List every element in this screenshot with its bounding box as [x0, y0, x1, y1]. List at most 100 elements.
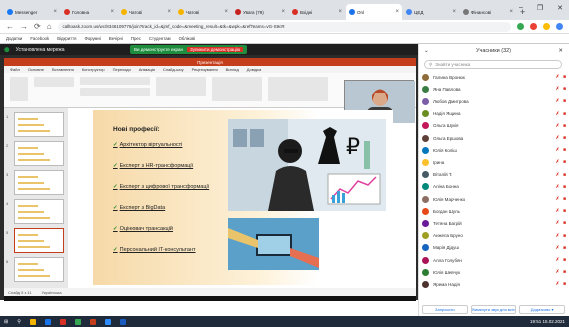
browser-tab[interactable]: Messenger × [4, 4, 60, 20]
participant-row[interactable]: Ярема Надія ✗ ■ [422, 279, 567, 289]
mic-off-icon: ✗ ■ [555, 110, 567, 117]
back-button[interactable]: ← [6, 22, 14, 31]
browser-tab[interactable]: Чатові × [118, 4, 174, 20]
participant-row[interactable]: Марія Дідуш ✗ ■ [422, 243, 567, 253]
profile-avatar[interactable] [556, 23, 563, 30]
browser-tab[interactable]: Увага (79) × [232, 4, 288, 20]
participant-row[interactable]: Алла Голубян ✗ ■ [422, 255, 567, 265]
tab-close-icon[interactable]: × [224, 9, 228, 15]
participant-row[interactable]: Тетяна Багрій ✗ ■ [422, 218, 567, 228]
tab-close-icon[interactable]: × [53, 9, 57, 15]
participant-row[interactable]: Галина Вронюк ✗ ■ [422, 72, 567, 82]
reload-button[interactable]: ⟳ [34, 22, 41, 31]
ribbon-tab[interactable]: Слайд-шоу [163, 67, 184, 72]
slide-thumbnail[interactable] [14, 170, 64, 195]
tab-close-icon[interactable]: × [509, 9, 513, 15]
tab-close-icon[interactable]: × [452, 9, 456, 15]
tab-close-icon[interactable]: × [110, 9, 114, 15]
collapse-icon[interactable]: ⌄ [424, 48, 429, 54]
slide-thumbnail[interactable] [14, 141, 64, 166]
thumbnail-line [18, 153, 44, 155]
slide-layout-group[interactable] [34, 77, 74, 87]
ribbon-tab[interactable]: Анімація [139, 67, 155, 72]
home-button[interactable]: ⌂ [47, 22, 52, 31]
participant-row[interactable]: Надія Ящина ✗ ■ [422, 109, 567, 119]
bookmark-item[interactable]: Додатки [6, 36, 22, 41]
participant-row[interactable]: Юлія Коліш ✗ ■ [422, 145, 567, 155]
taskbar-app-icon[interactable] [44, 318, 51, 325]
participant-row[interactable]: Юлія Шевчук ✗ ■ [422, 267, 567, 277]
participant-row[interactable]: Анжела Бруно ✗ ■ [422, 231, 567, 241]
url-field[interactable]: calltoask.zoom.us/wc/8346109776/join?tra… [57, 21, 511, 32]
bookmark-item[interactable]: Відкриття [57, 36, 76, 41]
participant-row[interactable]: Віталій Т. ✗ ■ [422, 170, 567, 180]
stop-share-button[interactable]: Зупинити демонстрацію [187, 47, 244, 52]
zoom-icon[interactable] [104, 318, 111, 325]
slide-thumbnail[interactable] [14, 228, 64, 253]
paragraph-group[interactable] [156, 77, 206, 96]
bookmark-item[interactable]: Facebook [30, 36, 49, 41]
close-icon[interactable]: ✕ [558, 48, 563, 54]
participant-row[interactable]: Яна Павлова ✗ ■ [422, 84, 567, 94]
search-icon[interactable]: ⚲ [17, 319, 21, 325]
browser-tab[interactable]: ЦЕД × [403, 4, 459, 20]
tab-close-icon[interactable]: × [338, 9, 342, 15]
font-format-group[interactable] [80, 88, 150, 96]
tab-close-icon[interactable]: × [167, 9, 171, 15]
close-window-button[interactable]: ✕ [557, 4, 563, 12]
participant-row[interactable]: Любов Дмитрова ✗ ■ [422, 96, 567, 106]
more-button[interactable]: Додатково ▾ [519, 304, 566, 314]
browser-tab[interactable]: Onl × [346, 4, 402, 20]
browser-tab[interactable]: Вхідні × [289, 4, 345, 20]
participant-row[interactable]: Аліна Бонна ✗ ■ [422, 182, 567, 192]
participant-row[interactable]: Ольга Шукія ✗ ■ [422, 121, 567, 131]
bookmark-item[interactable]: Вечірні [109, 36, 123, 41]
chrome-icon[interactable] [74, 318, 81, 325]
browser-tab[interactable]: Головна × [61, 4, 117, 20]
file-explorer-icon[interactable] [29, 318, 36, 325]
extension-icon[interactable] [543, 23, 550, 30]
ribbon-tab[interactable]: Рецензування [192, 67, 218, 72]
participant-row[interactable]: Богдан Шуль ✗ ■ [422, 206, 567, 216]
extension-icon[interactable] [517, 23, 524, 30]
participant-row[interactable]: Ірина ✗ ■ [422, 157, 567, 167]
drawing-group[interactable] [212, 77, 262, 101]
bookmark-item[interactable]: Студентам [149, 36, 171, 41]
slide-image-hands [228, 218, 319, 270]
mute-all-button[interactable]: Вимкнути звук для всіх [470, 304, 517, 314]
styles-group[interactable] [268, 77, 328, 101]
checkmark-icon: ✓ [113, 226, 118, 232]
ribbon-tab[interactable]: Довідка [247, 67, 261, 72]
extension-icon[interactable] [530, 23, 537, 30]
ribbon-tab[interactable]: Файл [10, 67, 20, 72]
bookmark-item[interactable]: Прес [131, 36, 141, 41]
powerpoint-icon[interactable] [89, 318, 96, 325]
ribbon-tab[interactable]: Вставлення [52, 67, 74, 72]
participant-row[interactable]: Ольга Ершова ✗ ■ [422, 133, 567, 143]
bookmark-item[interactable]: Форумні [84, 36, 100, 41]
browser-tab[interactable]: Фінансові × [460, 4, 516, 20]
bookmark-item[interactable]: Облікові [179, 36, 196, 41]
forward-button[interactable]: → [20, 22, 28, 31]
tab-close-icon[interactable]: × [281, 9, 285, 15]
participant-search-input[interactable]: ⚲ Знайти учасника [424, 60, 562, 69]
invite-button[interactable]: Запросити [422, 304, 468, 314]
slide-thumbnail[interactable] [14, 112, 64, 137]
start-icon[interactable]: ⊞ [4, 319, 8, 325]
maximize-button[interactable]: ❐ [537, 4, 543, 12]
minimize-button[interactable]: – [519, 4, 523, 12]
tab-close-icon[interactable]: × [395, 9, 399, 15]
browser-tab[interactable]: Чатові × [175, 4, 231, 20]
avatar [422, 232, 429, 240]
taskbar-app-icon[interactable] [59, 318, 66, 325]
paste-button[interactable] [10, 77, 28, 101]
word-icon[interactable] [119, 318, 126, 325]
ribbon-tab[interactable]: Основне [28, 67, 44, 72]
participant-row[interactable]: Юлія Марченко ✗ ■ [422, 194, 567, 204]
slide-thumbnail[interactable] [14, 199, 64, 224]
font-group[interactable] [80, 77, 150, 85]
ribbon-tab[interactable]: Переходи [113, 67, 131, 72]
ribbon-tab[interactable]: Вигляд [226, 67, 239, 72]
slide-thumbnail[interactable] [14, 257, 64, 282]
ribbon-tab[interactable]: Конструктор [82, 67, 105, 72]
